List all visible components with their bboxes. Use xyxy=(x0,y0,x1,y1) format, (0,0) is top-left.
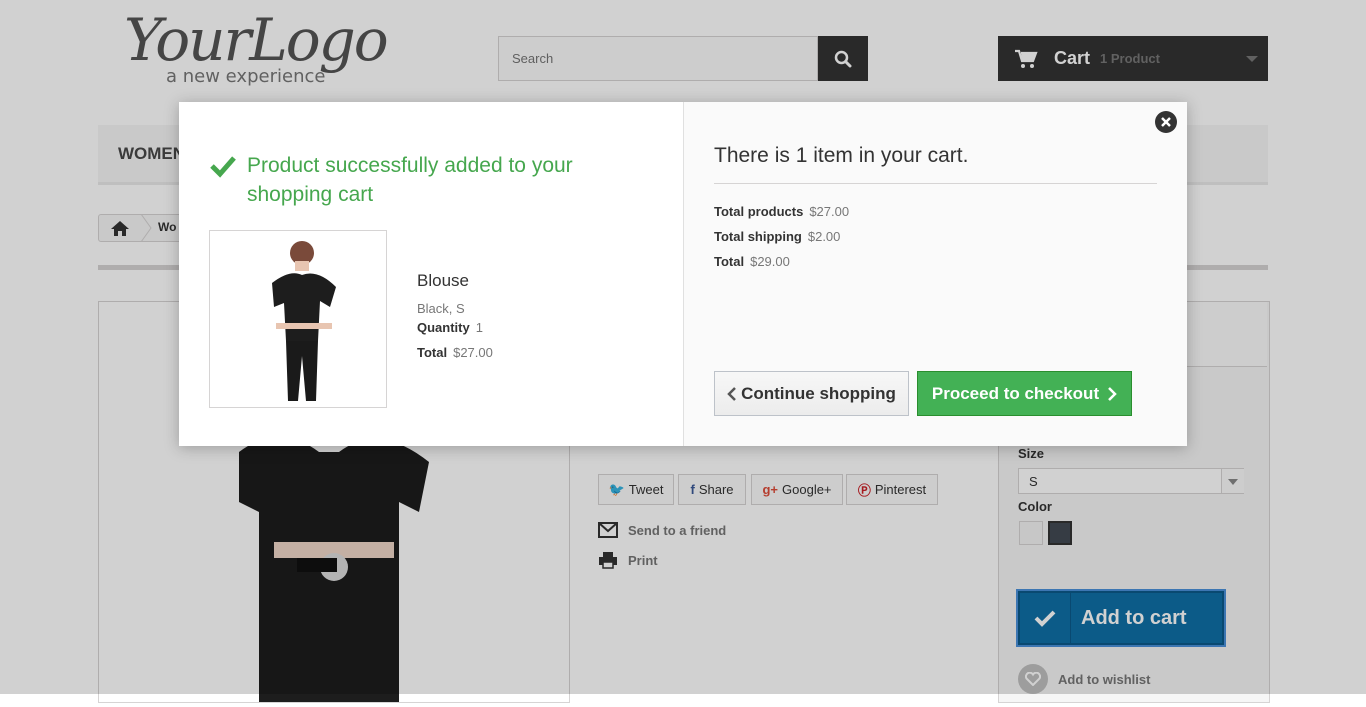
quantity-label: Quantity xyxy=(417,320,470,335)
grand-total-label: Total xyxy=(714,254,745,269)
chevron-left-icon xyxy=(727,386,736,401)
total-products-value: $27.00 xyxy=(809,204,850,219)
grand-total-value: $29.00 xyxy=(750,254,790,269)
cart-heading: There is 1 item in your cart. xyxy=(714,144,969,167)
quantity-value: 1 xyxy=(475,320,483,335)
chevron-right-icon xyxy=(1108,386,1117,401)
grand-total-row: Total $29.00 xyxy=(714,254,790,269)
close-icon xyxy=(1161,117,1171,127)
total-shipping-row: Total shipping $2.00 xyxy=(714,229,840,244)
line-total-value: $27.00 xyxy=(453,345,493,360)
close-modal-button[interactable] xyxy=(1155,111,1177,133)
continue-shopping-button[interactable]: Continue shopping xyxy=(714,371,909,416)
total-shipping-label: Total shipping xyxy=(714,229,802,244)
product-attributes: Black, S xyxy=(417,301,465,316)
product-thumbnail xyxy=(209,230,387,408)
divider xyxy=(714,183,1157,184)
proceed-to-checkout-button[interactable]: Proceed to checkout xyxy=(917,371,1132,416)
line-total-label: Total xyxy=(417,345,448,360)
total-products-row: Total products $27.00 xyxy=(714,204,849,219)
continue-shopping-label: Continue shopping xyxy=(741,383,896,403)
success-check-icon xyxy=(210,156,236,178)
total-shipping-value: $2.00 xyxy=(807,229,841,244)
line-total-row: Total $27.00 xyxy=(417,345,493,360)
total-products-label: Total products xyxy=(714,204,804,219)
product-name: Blouse xyxy=(417,271,469,290)
quantity-row: Quantity 1 xyxy=(417,320,483,335)
proceed-to-checkout-label: Proceed to checkout xyxy=(931,383,1100,403)
success-message: Product successfully added to your shopp… xyxy=(247,154,573,206)
